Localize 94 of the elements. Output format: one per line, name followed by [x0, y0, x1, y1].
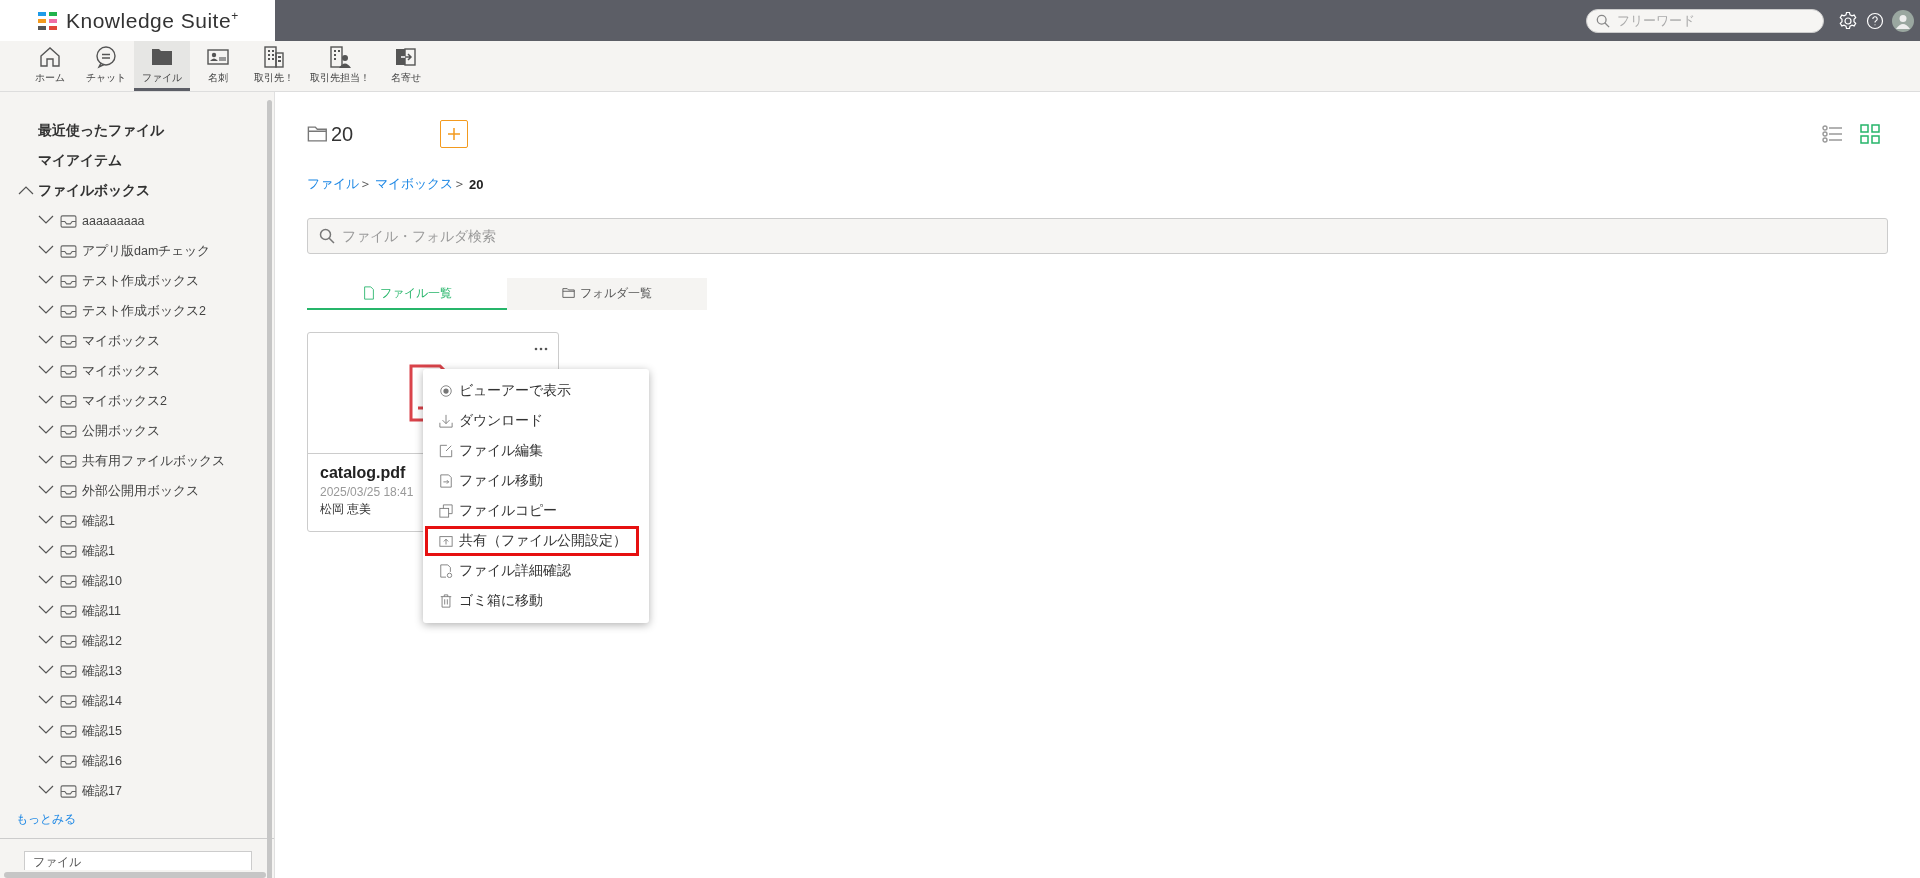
logo-icon: [38, 11, 58, 30]
breadcrumb-link[interactable]: ファイル: [307, 175, 359, 193]
tree-item[interactable]: 確認16: [0, 746, 274, 776]
tree-item[interactable]: アプリ版damチェック: [0, 236, 274, 266]
inbox-icon: [60, 244, 77, 258]
inbox-icon: [60, 334, 77, 348]
show-more-link[interactable]: もっとみる: [0, 806, 76, 834]
menu-item[interactable]: ビューアーで表示: [425, 376, 639, 406]
upload-icon: [439, 534, 453, 548]
search-field[interactable]: ファイル・フォルダ検索: [307, 218, 1888, 254]
menu-item[interactable]: ファイル詳細確認: [425, 556, 639, 586]
edit-icon: [439, 444, 453, 458]
file-details-icon: [439, 564, 453, 578]
sidebar-link[interactable]: マイアイテム: [0, 146, 274, 176]
avatar-icon[interactable]: [1892, 9, 1914, 32]
tree-item[interactable]: マイボックス2: [0, 386, 274, 416]
app-logo-text: Knowledge Suite$^{+}$: [66, 8, 239, 33]
menu-item[interactable]: 共有（ファイル公開設定）: [425, 526, 639, 556]
nav-tab[interactable]: チャット: [78, 41, 134, 91]
inbox-icon: [60, 424, 77, 438]
tree-item[interactable]: 確認1: [0, 536, 274, 566]
inbox-icon: [60, 634, 77, 648]
tree-item[interactable]: 外部公開用ボックス: [0, 476, 274, 506]
search-field[interactable]: フリーワード: [1586, 8, 1824, 33]
inbox-icon: [60, 304, 77, 318]
nav-tab[interactable]: 名刺: [190, 41, 246, 91]
breadcrumb-current: 20: [469, 176, 484, 192]
tree-item[interactable]: 確認10: [0, 566, 274, 596]
menu-item[interactable]: ファイル移動: [425, 466, 639, 496]
inbox-icon: [60, 784, 77, 798]
copy-icon: [439, 504, 453, 518]
settings-icon[interactable]: [1838, 10, 1858, 31]
select-field[interactable]: ファイル: [24, 851, 252, 870]
tab[interactable]: フォルダ一覧: [507, 278, 707, 310]
tree-item[interactable]: 確認11: [0, 596, 274, 626]
breadcrumb-separator: ＞: [453, 175, 466, 193]
nav-tab[interactable]: 名寄せ: [378, 41, 434, 91]
tree-item[interactable]: 確認13: [0, 656, 274, 686]
more-icon[interactable]: [534, 347, 548, 351]
move-file-icon: [439, 474, 453, 488]
download-icon: [439, 414, 453, 428]
folder-icon: [307, 123, 329, 145]
eye-icon: [439, 384, 453, 398]
menu-item[interactable]: ファイル編集: [425, 436, 639, 466]
sidebar-link[interactable]: 最近使ったファイル: [0, 116, 274, 146]
file-date: 2025/03/25 18:41: [320, 485, 414, 499]
menu-item[interactable]: ゴミ箱に移動: [425, 586, 639, 616]
breadcrumb-separator: ＞: [359, 175, 372, 193]
breadcrumb-link[interactable]: マイボックス: [375, 175, 453, 193]
nav-tab[interactable]: ファイル: [134, 41, 190, 91]
tree-item[interactable]: ファイルボックス: [0, 176, 274, 206]
tree-item[interactable]: 公開ボックス: [0, 416, 274, 446]
tree-item[interactable]: マイボックス: [0, 356, 274, 386]
inbox-icon: [60, 604, 77, 618]
tree-item[interactable]: 確認14: [0, 686, 274, 716]
tree-item[interactable]: 確認1: [0, 506, 274, 536]
inbox-icon: [60, 454, 77, 468]
folder-title: 20: [331, 122, 354, 146]
tree-item[interactable]: 共有用ファイルボックス: [0, 446, 274, 476]
nav-tab[interactable]: ホーム: [22, 41, 78, 91]
tree-item[interactable]: テスト作成ボックス2: [0, 296, 274, 326]
inbox-icon: [60, 574, 77, 588]
trash-icon: [439, 594, 453, 608]
help-icon[interactable]: [1866, 11, 1884, 30]
tree-item[interactable]: 確認12: [0, 626, 274, 656]
inbox-icon: [60, 214, 77, 228]
tree-item[interactable]: 確認15: [0, 716, 274, 746]
nav-tab[interactable]: 取引先！: [246, 41, 302, 91]
inbox-icon: [60, 724, 77, 738]
file-name: catalog.pdf: [320, 464, 406, 482]
chevron-up-icon[interactable]: [18, 184, 35, 197]
building-icon: [262, 44, 286, 69]
menu-item[interactable]: ダウンロード: [425, 406, 639, 436]
inbox-icon: [60, 544, 77, 558]
file-owner: 松岡 恵美: [320, 501, 372, 518]
nav-tab[interactable]: 取引先担当！: [302, 41, 378, 91]
inbox-icon: [60, 694, 77, 708]
inbox-icon: [60, 664, 77, 678]
inbox-icon: [60, 484, 77, 498]
chat-bubble-icon: [94, 44, 118, 69]
tree-item[interactable]: aaaaaaaaa: [0, 206, 274, 236]
inbox-icon: [60, 754, 77, 768]
inbox-icon: [60, 514, 77, 528]
folder-icon: [562, 286, 576, 300]
file-icon: [362, 286, 376, 300]
building-person-icon: [328, 44, 352, 69]
tree-item[interactable]: マイボックス: [0, 326, 274, 356]
inbox-icon: [60, 394, 77, 408]
plus-icon: [448, 128, 460, 140]
tree-item[interactable]: 確認17: [0, 776, 274, 806]
tree-item[interactable]: テスト作成ボックス: [0, 266, 274, 296]
inbox-icon: [60, 364, 77, 378]
menu-item[interactable]: ファイルコピー: [425, 496, 639, 526]
inbox-icon: [60, 274, 77, 288]
